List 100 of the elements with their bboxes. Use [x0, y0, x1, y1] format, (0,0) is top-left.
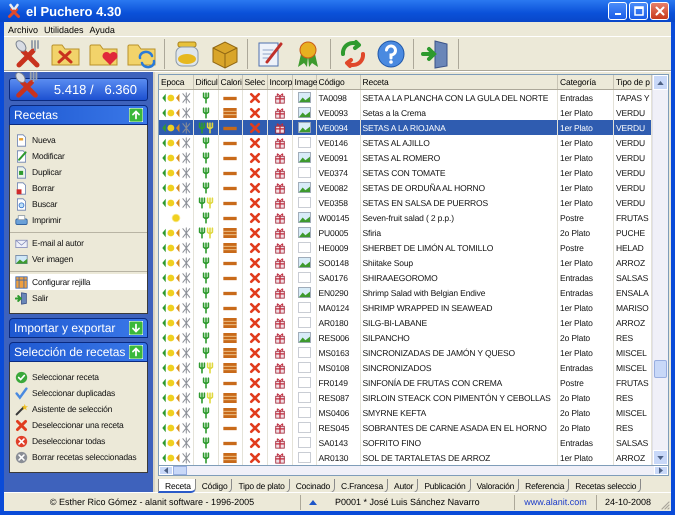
- table-cell: SINFONÍA DE FRUTAS CON CREMA: [360, 375, 558, 390]
- table-cell: Entradas: [558, 435, 614, 450]
- task-link[interactable]: Salir: [10, 290, 147, 306]
- column-header[interactable]: Tipo de p: [614, 75, 652, 90]
- table-cell: TA0098: [316, 90, 360, 105]
- task-link[interactable]: Nueva: [10, 132, 147, 148]
- table-row[interactable]: MS0406 SMYRNE KEFTA 2o Plato MISCEL: [159, 405, 652, 420]
- menu-item[interactable]: Archivo: [6, 24, 42, 34]
- table-row[interactable]: MS0163 SINCRONIZADAS DE JAMÓN Y QUESO 1er Plato MISCEL: [159, 345, 652, 360]
- task-link[interactable]: Imprimir: [10, 212, 147, 228]
- menu-item[interactable]: Utilidades: [42, 24, 88, 34]
- table-cell: PU0005: [316, 225, 360, 240]
- tab[interactable]: Cocinado: [290, 479, 336, 493]
- column-header[interactable]: Calori: [218, 75, 242, 90]
- table-row[interactable]: SA0176 SHIRAAEGOROMO Entradas SALSAS: [159, 270, 652, 285]
- exit-door-icon: [15, 292, 28, 304]
- tab[interactable]: Valoración: [470, 479, 520, 493]
- task-link[interactable]: Borrar: [10, 180, 147, 196]
- table-cell: MA0124: [316, 300, 360, 315]
- table-cell: SETAS AL ROMERO: [360, 150, 558, 165]
- horizontal-scrollbar[interactable]: [158, 465, 669, 476]
- task-link[interactable]: Deseleccionar una receta: [10, 417, 147, 433]
- task-link[interactable]: Seleccionar receta: [10, 369, 147, 385]
- task-link[interactable]: Asistente de selección: [10, 401, 147, 417]
- table-row[interactable]: VE0358 SETAS EN SALSA DE PUERROS 1er Plato VERDU: [159, 195, 652, 210]
- column-header[interactable]: Image: [292, 75, 316, 90]
- task-link[interactable]: Modificar: [10, 148, 147, 164]
- column-header[interactable]: Epoca: [159, 75, 193, 90]
- table-cell: SHERBET DE LIMÓN AL TOMILLO: [360, 240, 558, 255]
- table-row[interactable]: AR0180 SILG-BI-LABANE 1er Plato ARROZ: [159, 315, 652, 330]
- table-row[interactable]: SA0143 SOFRITO FINO Entradas SALSAS: [159, 435, 652, 450]
- table-cell: VE0358: [316, 195, 360, 210]
- gift-icon: [274, 92, 286, 104]
- table-cell: Shrimp Salad with Belgian Endive: [360, 285, 558, 300]
- task-link[interactable]: Configurar rejilla: [10, 274, 147, 290]
- collapse-icon[interactable]: [129, 108, 143, 122]
- table-row[interactable]: MS0108 SINCRONIZADOS Entradas MISCEL: [159, 360, 652, 375]
- table-row[interactable]: PU0005 Sfiria 2o Plato PUCHE: [159, 225, 652, 240]
- table-row[interactable]: RES006 SILPANCHO 2o Plato RES: [159, 330, 652, 345]
- gift-icon: [274, 182, 286, 194]
- cross-circle-icon: [15, 434, 28, 448]
- maximize-button[interactable]: [629, 2, 648, 20]
- table-cell: HE0009: [316, 240, 360, 255]
- scroll-thumb[interactable]: [173, 466, 187, 475]
- table-row[interactable]: VE0094 SETAS A LA RIOJANA 1er Plato VERDU: [159, 120, 652, 135]
- website-link[interactable]: www.alanit.com: [524, 497, 587, 507]
- table-cell: MS0406: [316, 405, 360, 420]
- table-row[interactable]: FR0149 SINFONÍA DE FRUTAS CON CREMA Postre FRUTAS: [159, 375, 652, 390]
- task-link[interactable]: E-mail al autor: [10, 235, 147, 251]
- column-header[interactable]: Incorp: [267, 75, 292, 90]
- table-cell: 2o Plato: [558, 390, 614, 405]
- table-cell: Postre: [558, 240, 614, 255]
- task-link[interactable]: Seleccionar duplicadas: [10, 385, 147, 401]
- panel-title: Selección de recetas: [14, 345, 126, 359]
- close-button[interactable]: [650, 2, 669, 20]
- up-arrow-icon: [309, 500, 317, 504]
- column-header[interactable]: Dificul: [193, 75, 218, 90]
- menu-item[interactable]: Ayuda: [88, 24, 119, 34]
- table-cell: SHIRAAEGOROMO: [360, 270, 558, 285]
- gift-icon: [274, 362, 286, 374]
- table-row[interactable]: W00145 Seven-fruit salad ( 2 p.p.) Postre FRUTAS: [159, 210, 652, 225]
- panel-header[interactable]: Importar y exportar: [9, 318, 148, 338]
- table-cell: AR0180: [316, 315, 360, 330]
- table-row[interactable]: RES045 SOBRANTES DE CARNE ASADA EN EL HORNO 2o Plato RES: [159, 420, 652, 435]
- scroll-thumb[interactable]: [654, 360, 667, 378]
- table-cell: Shiitake Soup: [360, 255, 558, 270]
- panel-header[interactable]: Recetas: [9, 105, 148, 125]
- task-link[interactable]: Ver imagen: [10, 251, 147, 267]
- column-header[interactable]: Código: [316, 75, 360, 90]
- table-row[interactable]: VE0146 SETAS AL AJILLO 1er Plato VERDU: [159, 135, 652, 150]
- panel-header[interactable]: Selección de recetas: [9, 342, 148, 362]
- gift-icon: [274, 376, 286, 388]
- window-title: el Puchero 4.30: [26, 4, 122, 18]
- collapse-icon[interactable]: [129, 345, 143, 359]
- minimize-button[interactable]: [608, 2, 627, 20]
- table-row[interactable]: VE0091 SETAS AL ROMERO 1er Plato VERDU: [159, 150, 652, 165]
- column-header[interactable]: Receta: [360, 75, 558, 90]
- task-link[interactable]: Deseleccionar todas: [10, 433, 147, 449]
- help-icon[interactable]: [375, 38, 407, 70]
- vertical-scrollbar[interactable]: [652, 75, 668, 465]
- table-row[interactable]: MA0124 SHRIMP WRAPPED IN SEAWEAD 1er Plato MARISO: [159, 300, 652, 315]
- column-header[interactable]: Categoría: [558, 75, 614, 90]
- table-row[interactable]: VE0374 SETAS CON TOMATE 1er Plato VERDU: [159, 165, 652, 180]
- table-row[interactable]: EN0290 Shrimp Salad with Belgian Endive Entradas ENSALA: [159, 285, 652, 300]
- task-link[interactable]: Duplicar: [10, 164, 147, 180]
- table-row[interactable]: SO0148 Shiitake Soup 1er Plato ARROZ: [159, 255, 652, 270]
- table-row[interactable]: HE0009 SHERBET DE LIMÓN AL TOMILLO Postre HELAD: [159, 240, 652, 255]
- tab[interactable]: Receta: [158, 479, 196, 493]
- table-row[interactable]: VE0082 SETAS DE ORDUÑA AL HORNO 1er Plato VERDU: [159, 180, 652, 195]
- table-cell: 1er Plato: [558, 255, 614, 270]
- column-header[interactable]: Selec: [242, 75, 267, 90]
- tab[interactable]: Código: [196, 479, 232, 493]
- task-link[interactable]: Borrar recetas seleccionadas: [10, 449, 147, 465]
- table-row[interactable]: RES087 SIRLOIN STEACK CON PIMENTÓN Y CEBOLLAS 2o Plato RES: [159, 390, 652, 405]
- table-cell: 2o Plato: [558, 420, 614, 435]
- table-cell: SETAS A LA RIOJANA: [360, 120, 558, 135]
- expand-icon[interactable]: [129, 321, 143, 335]
- close-icon: [654, 6, 664, 16]
- table-row[interactable]: TA0098 SETA A LA PLANCHA CON LA GULA DEL NORTE Entradas TAPAS Y: [159, 90, 652, 105]
- task-link[interactable]: Buscar: [10, 196, 147, 212]
